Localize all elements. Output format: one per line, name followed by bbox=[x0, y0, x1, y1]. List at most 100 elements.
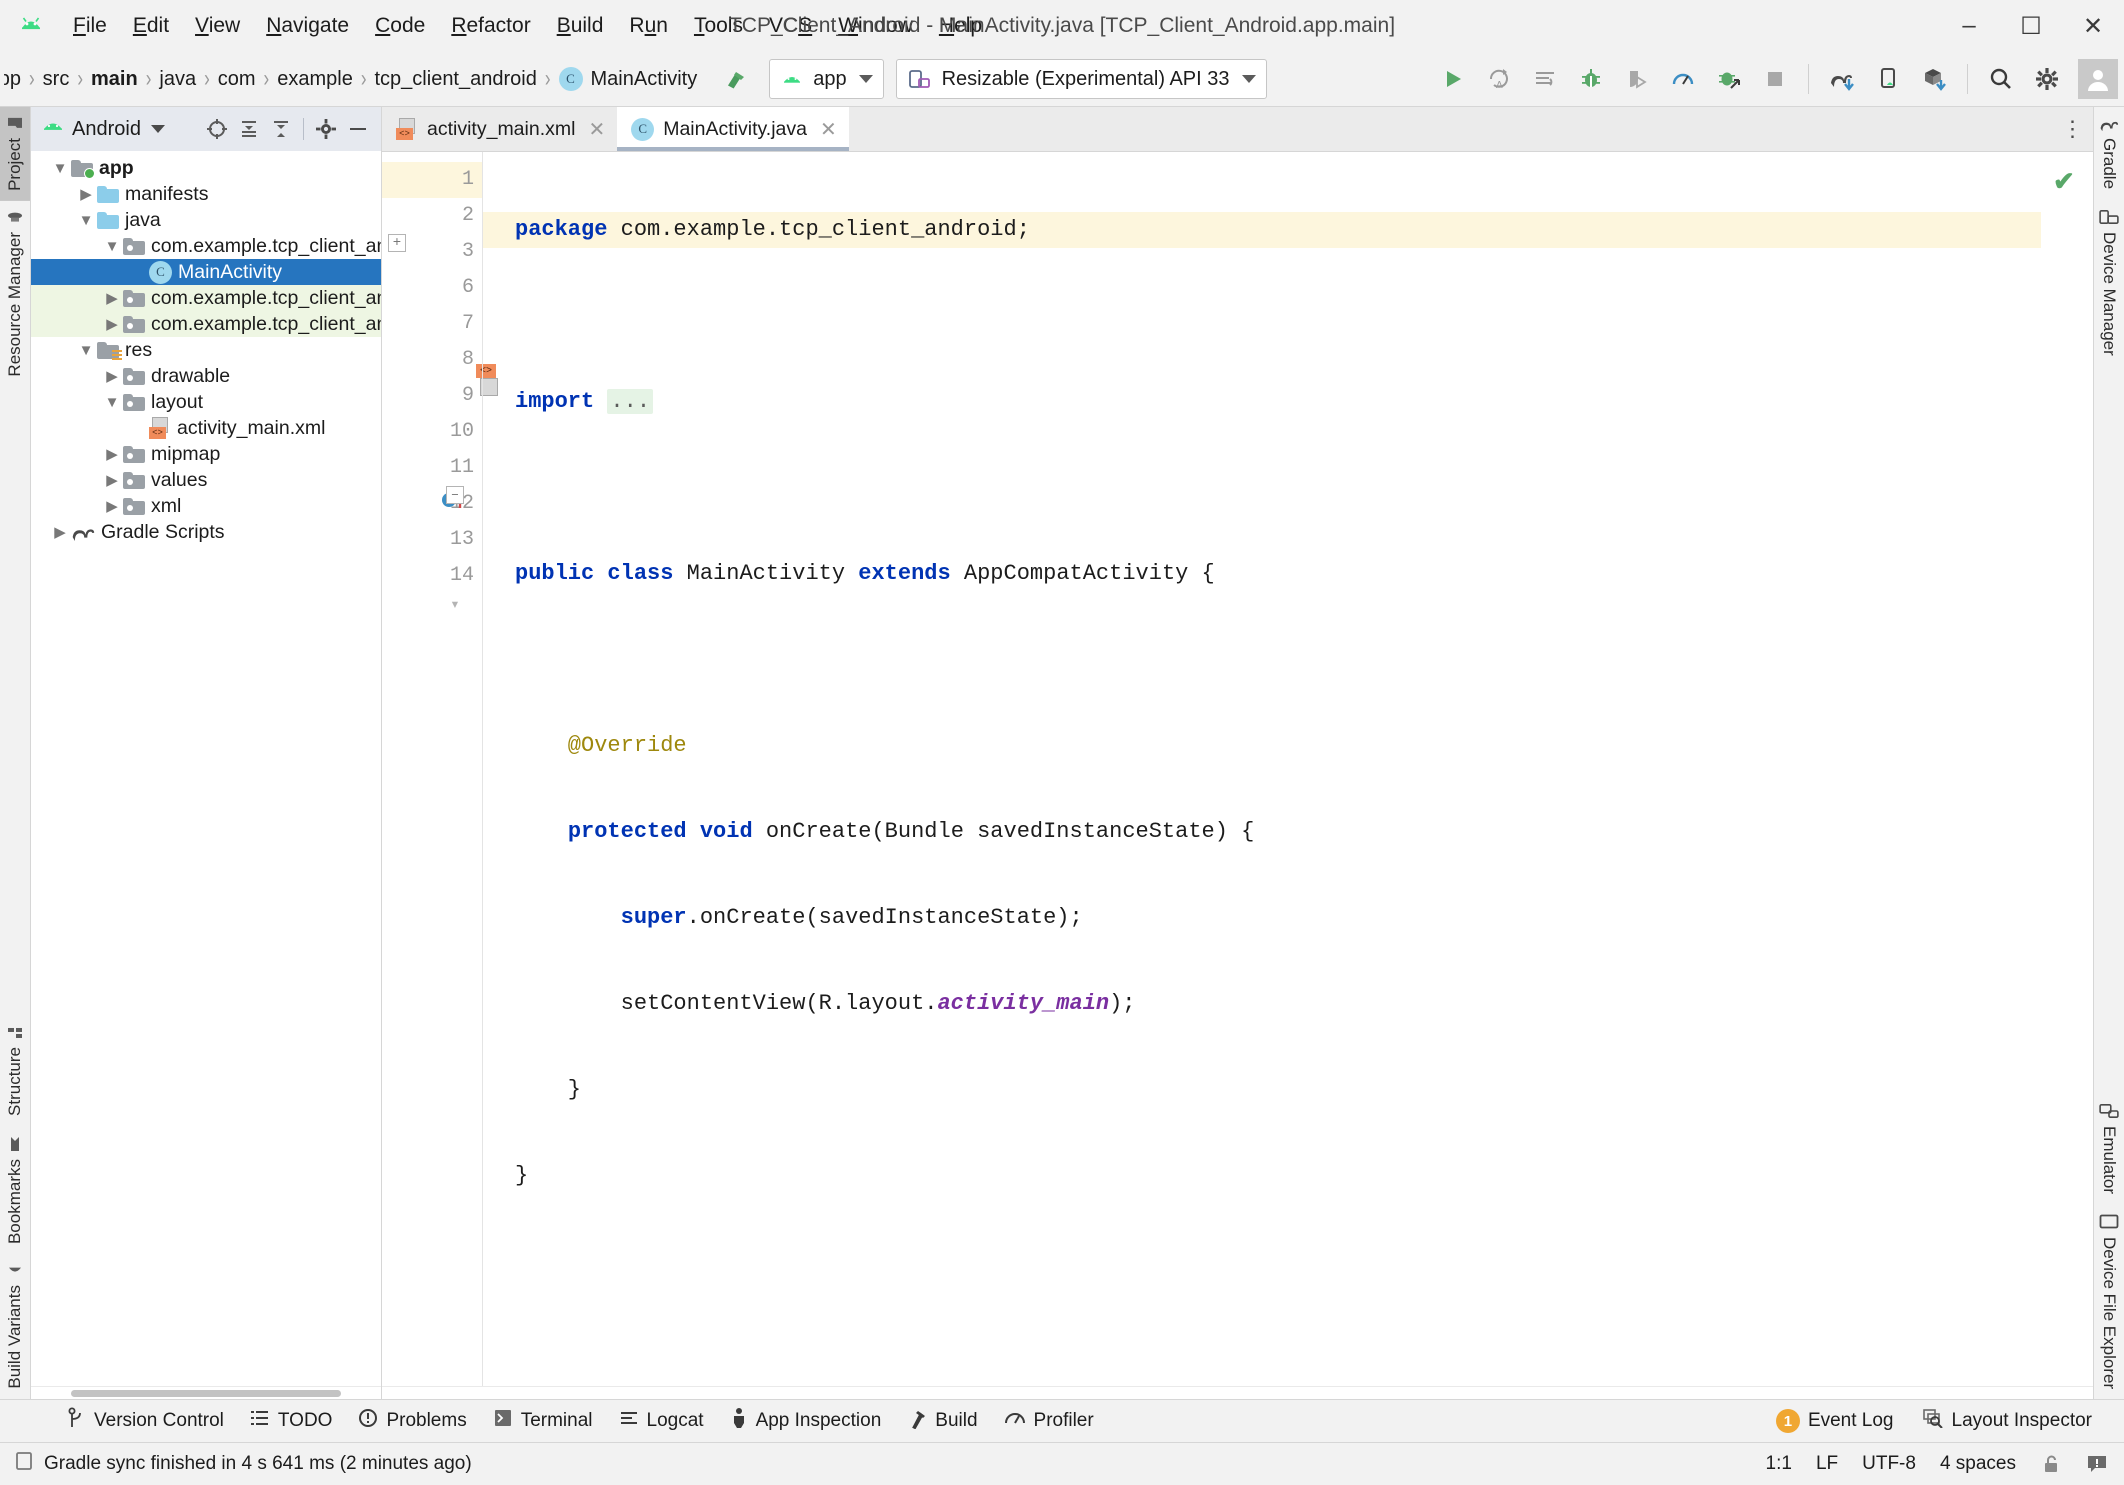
code-line[interactable]: import ... bbox=[493, 384, 2041, 420]
chevron-right-icon[interactable]: ▶ bbox=[75, 185, 97, 203]
menu-item-navigate[interactable]: Navigate bbox=[253, 10, 362, 42]
apply-changes-icon[interactable]: A bbox=[1479, 59, 1519, 99]
tree-item-activity-main-xml[interactable]: ▶ <> activity_main.xml bbox=[31, 415, 381, 441]
inspection-ok-icon[interactable]: ✔ bbox=[2053, 166, 2075, 197]
chevron-right-icon[interactable]: ▶ bbox=[101, 497, 123, 515]
code-editor[interactable]: 1 2 3 6 7 8 9 10 11 12 13 14 + bbox=[382, 152, 2093, 1386]
tree-item-mipmap[interactable]: ▶ mipmap bbox=[31, 441, 381, 467]
sidebar-item-emulator[interactable]: Emulator bbox=[2094, 1093, 2124, 1204]
tool-window-todo[interactable]: TODO bbox=[238, 1405, 345, 1437]
chevron-right-icon[interactable]: ▶ bbox=[49, 523, 71, 541]
device-selector[interactable]: Resizable (Experimental) API 33 bbox=[895, 59, 1267, 99]
chevron-right-icon[interactable]: ▶ bbox=[101, 471, 123, 489]
close-icon[interactable]: ✕ bbox=[820, 117, 837, 142]
sidebar-item-device-file-explorer[interactable]: Device File Explorer bbox=[2094, 1204, 2124, 1399]
tree-item-values[interactable]: ▶ values bbox=[31, 467, 381, 493]
sidebar-item-build-variants[interactable]: Build Variants bbox=[0, 1254, 30, 1399]
collapsed-imports[interactable]: ... bbox=[607, 389, 654, 414]
code-line[interactable]: @Override bbox=[493, 728, 2041, 764]
gear-icon[interactable] bbox=[311, 114, 341, 144]
tree-item-package-test[interactable]: ▶ com.example.tcp_client_android ( bbox=[31, 311, 381, 337]
code-line[interactable] bbox=[493, 642, 2041, 678]
chevron-right-icon[interactable]: ▶ bbox=[101, 289, 123, 307]
profile-icon[interactable] bbox=[1663, 59, 1703, 99]
tool-window-version-control[interactable]: Version Control bbox=[54, 1404, 236, 1438]
scrollbar-thumb[interactable] bbox=[71, 1390, 341, 1397]
avd-manager-icon[interactable] bbox=[1868, 59, 1908, 99]
project-tree-hscrollbar[interactable] bbox=[31, 1386, 381, 1399]
select-opened-file-icon[interactable] bbox=[202, 114, 232, 144]
tree-item-java[interactable]: ▼ java bbox=[31, 207, 381, 233]
settings-icon[interactable] bbox=[2027, 59, 2067, 99]
inspection-gutter[interactable]: ✔ bbox=[2041, 152, 2093, 1386]
sidebar-item-resource-manager[interactable]: Resource Manager bbox=[0, 201, 30, 387]
indent-setting[interactable]: 4 spaces bbox=[1940, 1453, 2016, 1475]
menu-item-vcs[interactable]: VCS bbox=[756, 10, 825, 42]
make-project-icon[interactable] bbox=[716, 59, 756, 99]
code-line[interactable]: } bbox=[493, 1158, 2041, 1194]
hide-panel-icon[interactable] bbox=[343, 114, 373, 144]
module-selector[interactable]: app bbox=[769, 59, 884, 99]
code-line[interactable]: } bbox=[493, 1072, 2041, 1108]
run-with-coverage-icon[interactable] bbox=[1709, 59, 1749, 99]
minimize-button[interactable]: – bbox=[1938, 0, 2000, 52]
tree-item-manifests[interactable]: ▶ manifests bbox=[31, 181, 381, 207]
tool-window-build[interactable]: Build bbox=[895, 1404, 989, 1438]
tab-mainactivity-java[interactable]: C MainActivity.java ✕ bbox=[617, 107, 849, 151]
attach-debugger-icon[interactable] bbox=[1617, 59, 1657, 99]
menu-item-window[interactable]: Window bbox=[825, 10, 926, 42]
menu-item-build[interactable]: Build bbox=[544, 10, 617, 42]
tool-window-terminal[interactable]: Terminal bbox=[481, 1405, 605, 1437]
chevron-right-icon[interactable]: ▶ bbox=[101, 315, 123, 333]
stop-icon[interactable] bbox=[1755, 59, 1795, 99]
tool-window-layout-inspector[interactable]: Layout Inspector bbox=[1910, 1405, 2104, 1437]
tree-item-res[interactable]: ▼ res bbox=[31, 337, 381, 363]
line-number-gutter[interactable]: 1 2 3 6 7 8 9 10 11 12 13 14 + bbox=[382, 152, 498, 1386]
notification-icon[interactable] bbox=[2086, 1453, 2108, 1475]
chevron-down-icon[interactable]: ▼ bbox=[101, 238, 123, 255]
expand-all-icon[interactable] bbox=[234, 114, 264, 144]
editor-options-icon[interactable]: ⋮ bbox=[2053, 107, 2093, 151]
menu-item-view[interactable]: View bbox=[182, 10, 253, 42]
code-line[interactable] bbox=[493, 298, 2041, 334]
tree-item-app[interactable]: ▼ app bbox=[31, 155, 381, 181]
editor-hscrollbar[interactable] bbox=[382, 1386, 2093, 1399]
tool-window-app-inspection[interactable]: App Inspection bbox=[718, 1404, 894, 1438]
tree-item-drawable[interactable]: ▶ drawable bbox=[31, 363, 381, 389]
code-line[interactable]: protected void onCreate(Bundle savedInst… bbox=[493, 814, 2041, 850]
tool-window-logcat[interactable]: Logcat bbox=[607, 1405, 716, 1437]
apply-code-changes-icon[interactable] bbox=[1525, 59, 1565, 99]
breadcrumb-src[interactable]: src bbox=[38, 66, 75, 93]
gradle-sync-icon[interactable] bbox=[1822, 59, 1862, 99]
breadcrumb-class[interactable]: C MainActivity bbox=[554, 65, 703, 93]
tree-item-layout[interactable]: ▼ layout bbox=[31, 389, 381, 415]
maximize-button[interactable]: ☐ bbox=[2000, 0, 2062, 52]
tree-item-xml[interactable]: ▶ xml bbox=[31, 493, 381, 519]
code-line[interactable]: package com.example.tcp_client_android; bbox=[483, 212, 2041, 248]
breadcrumb-com[interactable]: com bbox=[213, 66, 261, 93]
fold-collapse-icon[interactable]: – bbox=[446, 486, 464, 504]
chevron-down-icon[interactable]: ▼ bbox=[75, 212, 97, 229]
project-tree[interactable]: ▼ app ▶ manifests ▼ java ▼ com.example.t… bbox=[31, 151, 381, 1386]
chevron-right-icon[interactable]: ▶ bbox=[101, 445, 123, 463]
file-encoding[interactable]: UTF-8 bbox=[1862, 1453, 1916, 1475]
code-line[interactable]: setContentView(R.layout.activity_main); bbox=[493, 986, 2041, 1022]
tool-window-problems[interactable]: Problems bbox=[346, 1405, 478, 1437]
code-line[interactable]: super.onCreate(savedInstanceState); bbox=[493, 900, 2041, 936]
sidebar-item-gradle[interactable]: Gradle bbox=[2094, 107, 2124, 199]
sdk-manager-icon[interactable] bbox=[1914, 59, 1954, 99]
breadcrumb-example[interactable]: example bbox=[272, 66, 358, 93]
code-content[interactable]: package com.example.tcp_client_android; … bbox=[482, 152, 2041, 1386]
chevron-down-icon[interactable]: ▼ bbox=[101, 394, 123, 411]
fold-expand-icon[interactable]: + bbox=[388, 234, 406, 252]
menu-item-help[interactable]: Help bbox=[926, 10, 995, 42]
tree-item-mainactivity[interactable]: ▶ C MainActivity bbox=[31, 259, 381, 285]
fold-end-icon[interactable]: ▾ bbox=[446, 594, 464, 614]
line-separator[interactable]: LF bbox=[1816, 1453, 1838, 1475]
debug-icon[interactable] bbox=[1571, 59, 1611, 99]
menu-item-file[interactable]: File bbox=[60, 10, 120, 42]
tab-activity-main-xml[interactable]: <> activity_main.xml ✕ bbox=[382, 107, 618, 151]
close-icon[interactable]: ✕ bbox=[588, 117, 605, 142]
breadcrumb-package[interactable]: tcp_client_android bbox=[370, 66, 542, 93]
menu-item-run[interactable]: Run bbox=[616, 10, 681, 42]
